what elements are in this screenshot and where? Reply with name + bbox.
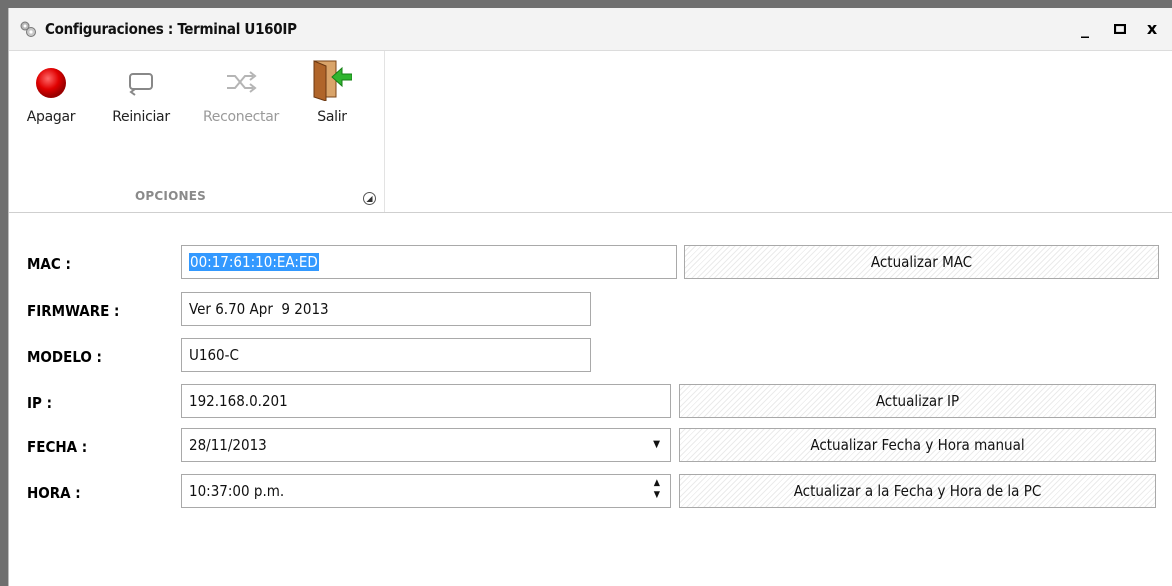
power-off-icon — [31, 61, 71, 101]
mac-input[interactable]: 00:17:61:10:EA:ED — [181, 245, 677, 279]
window-title: Configuraciones : Terminal U160IP — [45, 20, 297, 38]
reiniciar-button[interactable]: Reiniciar — [101, 61, 181, 125]
fecha-value: 28/11/2013 — [189, 436, 267, 454]
reconectar-label: Reconectar — [203, 109, 279, 125]
ribbon-group-label: OPCIONES — [135, 189, 206, 203]
modelo-input[interactable]: U160-C — [181, 338, 591, 372]
reiniciar-label: Reiniciar — [112, 109, 170, 125]
actualizar-ip-button[interactable]: Actualizar IP — [679, 384, 1156, 418]
dropdown-arrow-icon[interactable]: ▼ — [653, 429, 660, 461]
group-launcher-icon[interactable]: ◢ — [363, 192, 376, 205]
ribbon: Apagar Reiniciar Reconectar Salir OPCION… — [9, 51, 1172, 213]
firmware-input[interactable]: Ver 6.70 Apr 9 2013 — [181, 292, 591, 326]
ribbon-group-opciones: Apagar Reiniciar Reconectar Salir OPCION… — [9, 51, 385, 212]
mac-label: MAC : — [27, 255, 71, 273]
hora-value: 10:37:00 p.m. — [189, 482, 285, 500]
actualizar-fecha-hora-manual-button[interactable]: Actualizar Fecha y Hora manual — [679, 428, 1156, 462]
app-icon — [19, 20, 37, 38]
minimize-button[interactable]: _ — [1072, 16, 1098, 42]
ip-label: IP : — [27, 394, 52, 412]
modelo-label: MODELO : — [27, 348, 102, 366]
shuffle-icon — [221, 61, 261, 101]
ip-input[interactable]: 192.168.0.201 — [181, 384, 671, 418]
hora-label: HORA : — [27, 484, 81, 502]
firmware-label: FIRMWARE : — [27, 302, 120, 320]
actualizar-fecha-hora-pc-button[interactable]: Actualizar a la Fecha y Hora de la PC — [679, 474, 1156, 508]
reconectar-button[interactable]: Reconectar — [191, 61, 291, 125]
spin-updown-icon[interactable]: ▲ ▼ — [654, 477, 660, 501]
title-bar[interactable]: Configuraciones : Terminal U160IP _ x — [9, 8, 1172, 51]
terminal-form: MAC : 00:17:61:10:EA:ED Actualizar MAC F… — [9, 213, 1172, 586]
hora-timepicker[interactable]: 10:37:00 p.m. ▲ ▼ — [181, 474, 671, 508]
fecha-datepicker[interactable]: 28/11/2013 ▼ — [181, 428, 671, 462]
exit-door-icon — [312, 60, 353, 102]
salir-label: Salir — [317, 109, 347, 125]
mac-value: 00:17:61:10:EA:ED — [189, 253, 319, 271]
actualizar-mac-button[interactable]: Actualizar MAC — [684, 245, 1159, 279]
apagar-button[interactable]: Apagar — [21, 61, 81, 125]
apagar-label: Apagar — [26, 109, 76, 125]
maximize-button[interactable] — [1107, 16, 1133, 42]
salir-button[interactable]: Salir — [307, 60, 357, 125]
fecha-label: FECHA : — [27, 438, 88, 456]
close-button[interactable]: x — [1139, 16, 1165, 42]
restart-icon — [121, 61, 161, 101]
config-window: Configuraciones : Terminal U160IP _ x Ap… — [8, 8, 1172, 586]
